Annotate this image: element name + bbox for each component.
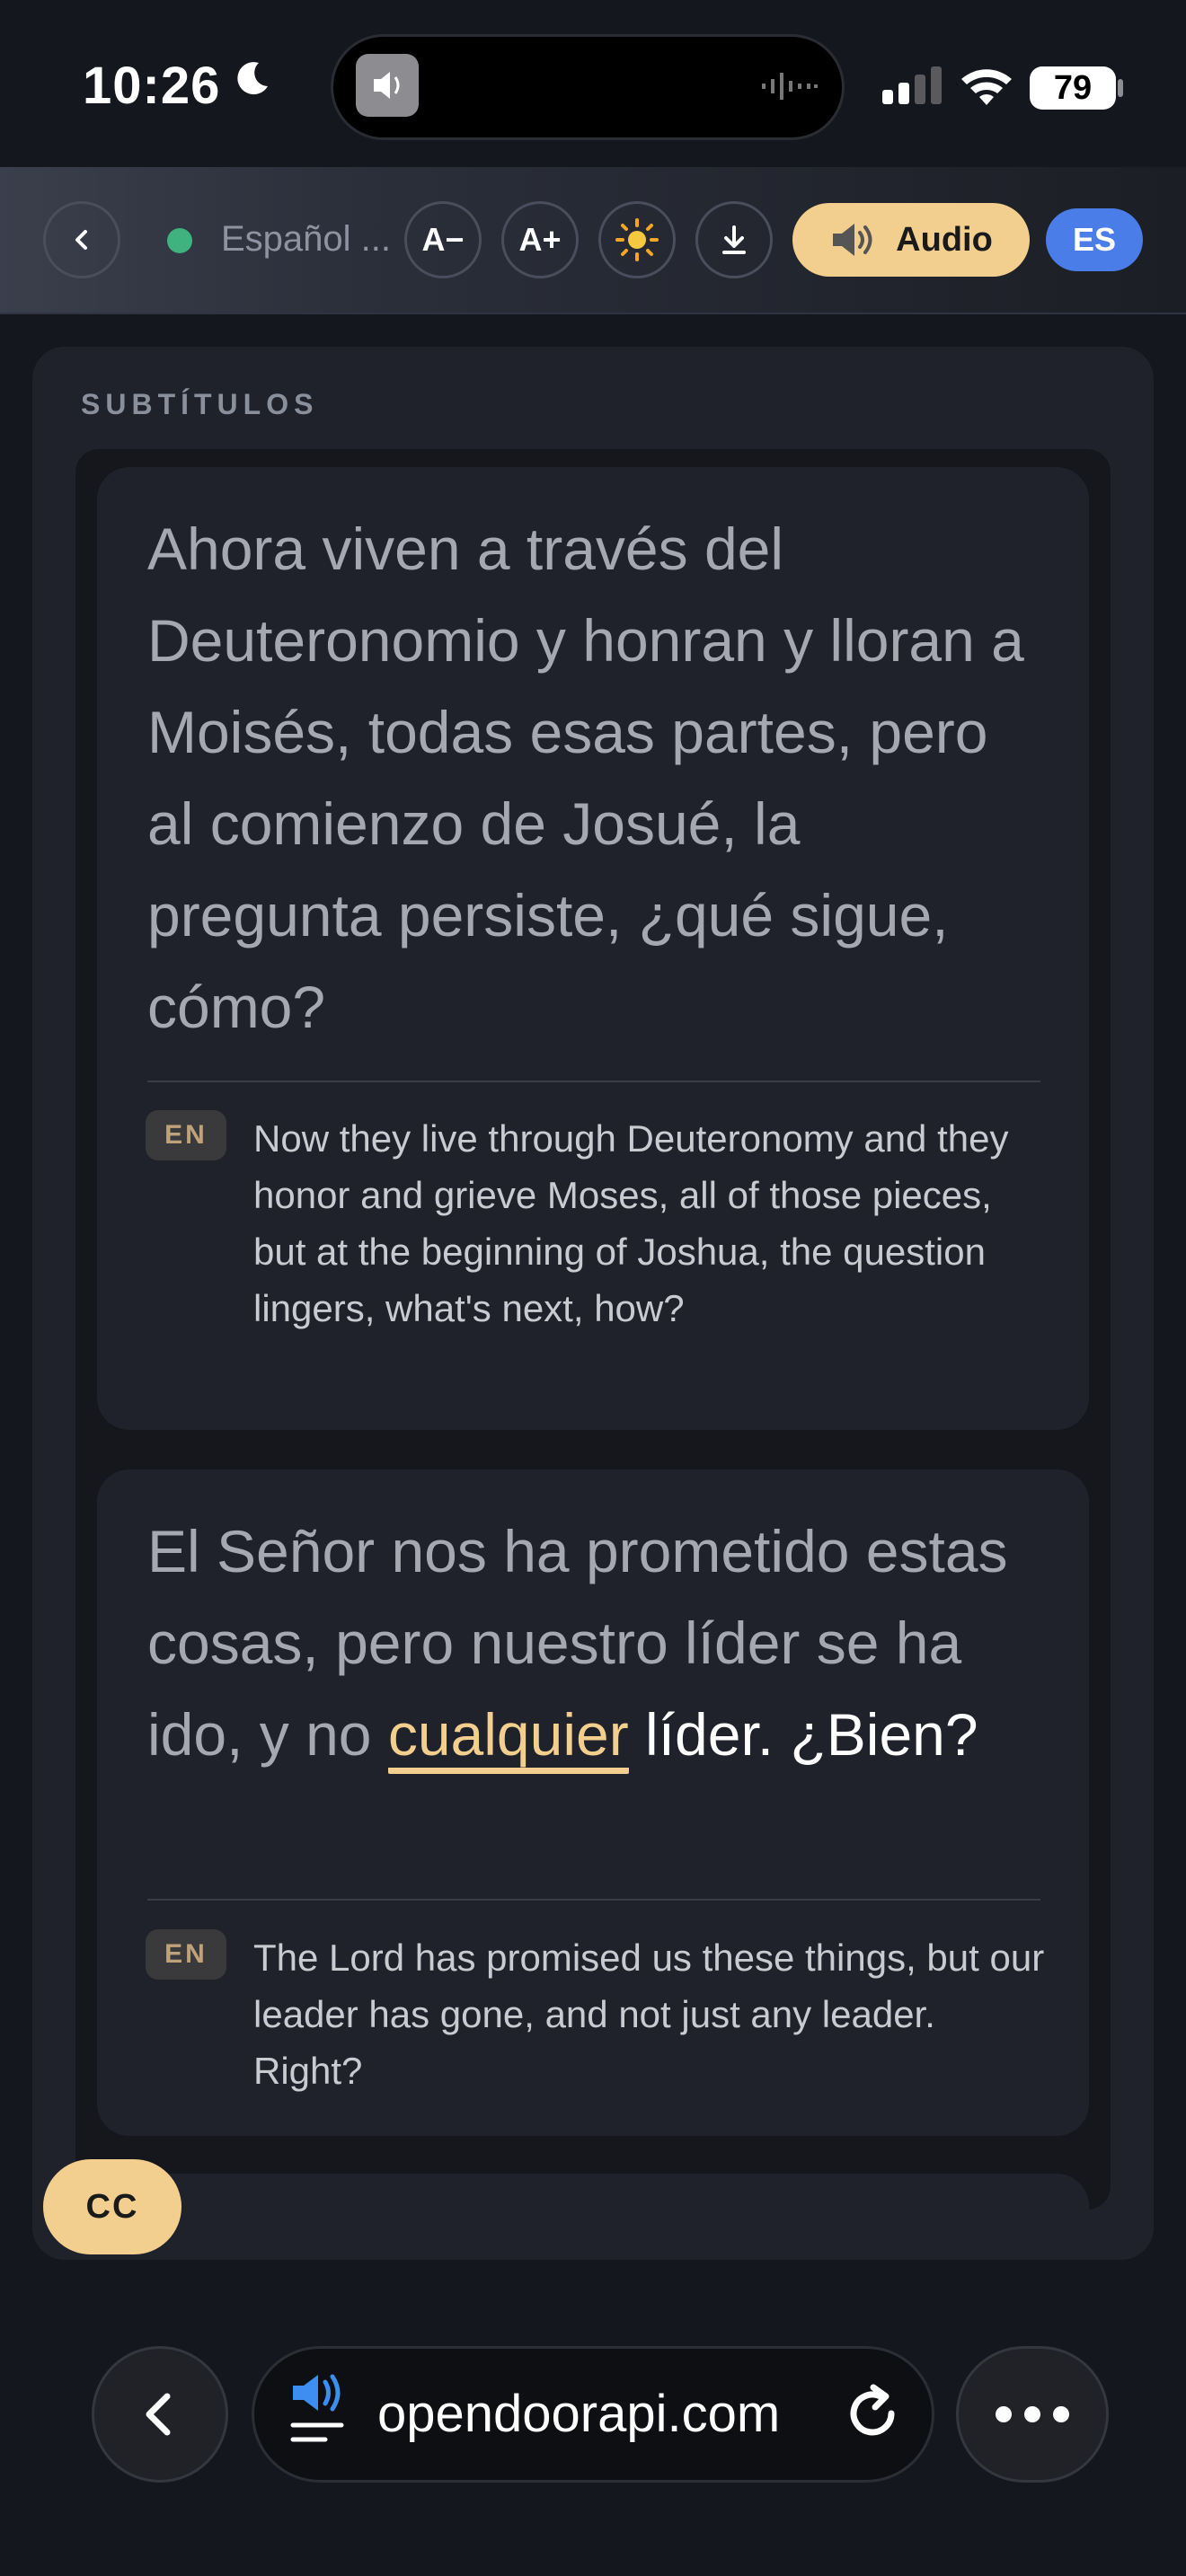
audio-label: Audio bbox=[896, 220, 993, 259]
more-options-button[interactable] bbox=[956, 2346, 1109, 2483]
status-time: 10:26 bbox=[83, 57, 221, 115]
subtitle-english-text: Now they live through Deuteronomy and th… bbox=[253, 1117, 1009, 1329]
battery-indicator: 79 bbox=[1030, 66, 1116, 110]
audio-playing-icon[interactable] bbox=[286, 2369, 352, 2450]
language-tag: EN bbox=[146, 1110, 226, 1160]
back-button[interactable] bbox=[43, 201, 120, 278]
more-icon-dot bbox=[996, 2406, 1012, 2422]
url-text[interactable]: opendoorapi.com bbox=[377, 2384, 827, 2444]
subtitle-spanish-text: Ahora viven a través del Deuteronomio y … bbox=[147, 516, 1024, 1040]
browser-back-button[interactable] bbox=[92, 2346, 228, 2483]
divider bbox=[147, 1081, 1040, 1082]
more-icon-dot bbox=[1053, 2406, 1069, 2422]
font-increase-button[interactable]: A+ bbox=[501, 201, 579, 278]
upcoming-text: líder. ¿Bien? bbox=[645, 1701, 978, 1768]
font-decrease-button[interactable]: A− bbox=[404, 201, 482, 278]
language-selector[interactable]: Español ... bbox=[221, 219, 391, 260]
language-tag: EN bbox=[146, 1929, 226, 1980]
subtitle-card[interactable] bbox=[97, 2174, 1089, 2245]
download-button[interactable] bbox=[695, 201, 773, 278]
download-icon bbox=[722, 225, 746, 254]
more-icon-dot bbox=[1024, 2406, 1040, 2422]
panel-title: SUBTÍTULOS bbox=[81, 388, 319, 420]
divider bbox=[147, 1899, 1040, 1901]
language-code-badge[interactable]: ES bbox=[1046, 208, 1143, 271]
audio-button[interactable]: Audio bbox=[792, 203, 1030, 277]
reload-icon[interactable] bbox=[841, 2382, 904, 2445]
sun-icon bbox=[615, 218, 659, 261]
waveform-icon bbox=[762, 73, 818, 100]
theme-toggle-button[interactable] bbox=[598, 201, 676, 278]
subtitle-spanish-text: El Señor nos ha prometido estas cosas, p… bbox=[147, 1505, 1046, 1780]
cellular-signal-icon bbox=[882, 66, 942, 104]
speaker-icon bbox=[833, 224, 872, 256]
connection-status-dot bbox=[167, 228, 192, 253]
current-word: cualquier bbox=[387, 1701, 629, 1774]
captions-button[interactable]: CC bbox=[43, 2159, 181, 2254]
chevron-left-icon bbox=[75, 230, 87, 250]
subtitle-english-text: The Lord has promised us these things, b… bbox=[253, 1936, 1045, 2092]
battery-tip bbox=[1118, 79, 1123, 97]
speaker-icon bbox=[356, 54, 419, 117]
wifi-icon bbox=[961, 69, 1012, 105]
moon-icon bbox=[237, 62, 268, 95]
chevron-left-icon bbox=[146, 2393, 171, 2436]
